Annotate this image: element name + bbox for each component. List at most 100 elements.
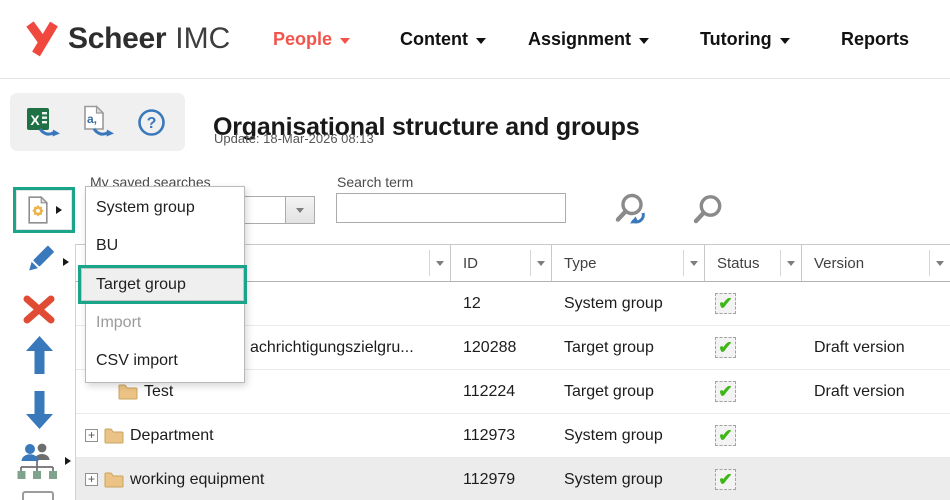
cell-type: Target group [564,338,654,356]
page-update-timestamp: Update: 18-Mar-2026 08:13 [214,131,374,146]
nav-item-content[interactable]: Content [400,26,486,52]
chevron-right-icon [64,457,71,465]
search-term-label: Search term [337,174,414,190]
search-term-input[interactable] [336,193,566,223]
svg-text:?: ? [146,115,156,132]
delete-button[interactable] [20,291,58,329]
search-icon[interactable] [691,194,727,230]
menu-item-import: Import [96,314,142,331]
svg-text:a,: a, [86,112,96,126]
cell-status: ✔ [705,469,802,490]
menu-item-system-group[interactable]: System group [86,189,244,227]
column-header-id[interactable]: ID [451,245,552,281]
chevron-down-icon [779,37,790,44]
nav-item-assignment[interactable]: Assignment [528,26,650,52]
column-header-version[interactable]: Version [802,245,950,281]
row-name: working equipment [130,470,265,488]
new-document-icon [28,195,49,224]
edit-button[interactable] [16,240,70,284]
arrow-up-icon [25,336,53,374]
filter-arrow-icon [537,260,545,266]
nav-item-tutoring[interactable]: Tutoring [700,26,790,52]
org-chart-icon [17,443,57,479]
search-refresh-icon[interactable] [613,191,655,233]
cell-id: 12 [463,294,481,312]
status-check-icon: ✔ [715,381,736,402]
status-check-icon: ✔ [715,469,736,490]
folder-icon [118,384,138,399]
select-dropdown-button[interactable] [285,197,314,223]
filter-arrow-icon [787,260,795,266]
table-row-112979[interactable]: + working equipment 112979 System group … [76,458,950,500]
scheer-y-logo-icon [26,21,58,57]
pencil-icon [28,245,54,271]
new-item-context-menu: System group BU Target group Import CSV impo… [81,186,245,383]
clipped-tool-icon[interactable] [22,491,54,500]
cell-id: 112979 [463,470,516,488]
menu-item-bu[interactable]: BU [86,227,244,265]
chevron-right-icon [56,206,62,214]
help-icon[interactable]: ? [131,102,171,142]
new-item-button[interactable] [16,190,72,230]
brand-scheer: Scheer [68,21,167,55]
arrow-down-icon [25,391,53,429]
filter-trigger[interactable] [530,250,551,276]
cell-id: 112973 [463,426,516,444]
delete-x-icon [23,295,55,324]
brand-imc: IMC [175,21,231,55]
status-check-icon: ✔ [715,425,736,446]
filter-arrow-icon [690,260,698,266]
chevron-down-icon [296,207,304,213]
filter-trigger[interactable] [929,250,950,276]
cell-name: + working equipment [76,471,451,489]
excel-export-icon[interactable]: X [24,102,64,142]
cell-type: Target group [564,382,654,400]
menu-item-csv-import[interactable]: CSV import [86,342,244,380]
svg-text:X: X [30,112,40,128]
top-navigation: Scheer IMC People Content Assignment Tut… [0,0,950,79]
expand-icon[interactable]: + [85,473,98,486]
move-down-button[interactable] [25,391,53,429]
cell-name: + Test [76,383,451,401]
cell-id: 112224 [463,382,516,400]
filter-trigger[interactable] [683,250,704,276]
cell-status: ✔ [705,381,802,402]
status-check-icon: ✔ [715,293,736,314]
nav-item-reports[interactable]: Reports [841,26,909,52]
expand-icon[interactable]: + [85,429,98,442]
org-chart-button[interactable] [14,438,72,484]
filter-trigger[interactable] [780,250,801,276]
filter-arrow-icon [936,260,944,266]
cell-status: ✔ [705,337,802,358]
folder-icon [104,472,124,487]
cell-type: System group [564,294,663,312]
folder-icon [104,428,124,443]
cell-type: System group [564,470,663,488]
cell-type: System group [564,426,663,444]
row-name: Department [130,426,214,444]
chevron-down-icon [475,37,486,44]
chevron-right-icon [62,258,69,266]
filter-trigger[interactable] [429,250,450,276]
column-header-status[interactable]: Status [705,245,802,281]
column-header-type[interactable]: Type [552,245,705,281]
cell-version: Draft version [814,338,905,356]
app-window: Scheer IMC People Content Assignment Tut… [0,0,950,500]
chevron-down-icon [639,37,650,44]
export-toolbar: X a, ? [10,93,185,151]
cell-name: + Department [76,427,451,445]
table-row-112973[interactable]: + Department 112973 System group ✔ [76,414,950,458]
row-name: Test [144,382,174,400]
nav-item-people[interactable]: People [273,26,351,52]
move-up-button[interactable] [25,336,53,374]
cell-status: ✔ [705,425,802,446]
menu-item-target-group[interactable]: Target group [81,268,244,301]
cell-status: ✔ [705,293,802,314]
status-check-icon: ✔ [715,337,736,358]
row-name: achrichtigungszielgru... [250,338,414,356]
brand-logo[interactable]: Scheer IMC [25,20,230,57]
cell-id: 120288 [463,338,517,356]
text-export-icon[interactable]: a, [78,102,118,142]
chevron-down-icon [340,37,351,44]
cell-version: Draft version [814,382,905,400]
